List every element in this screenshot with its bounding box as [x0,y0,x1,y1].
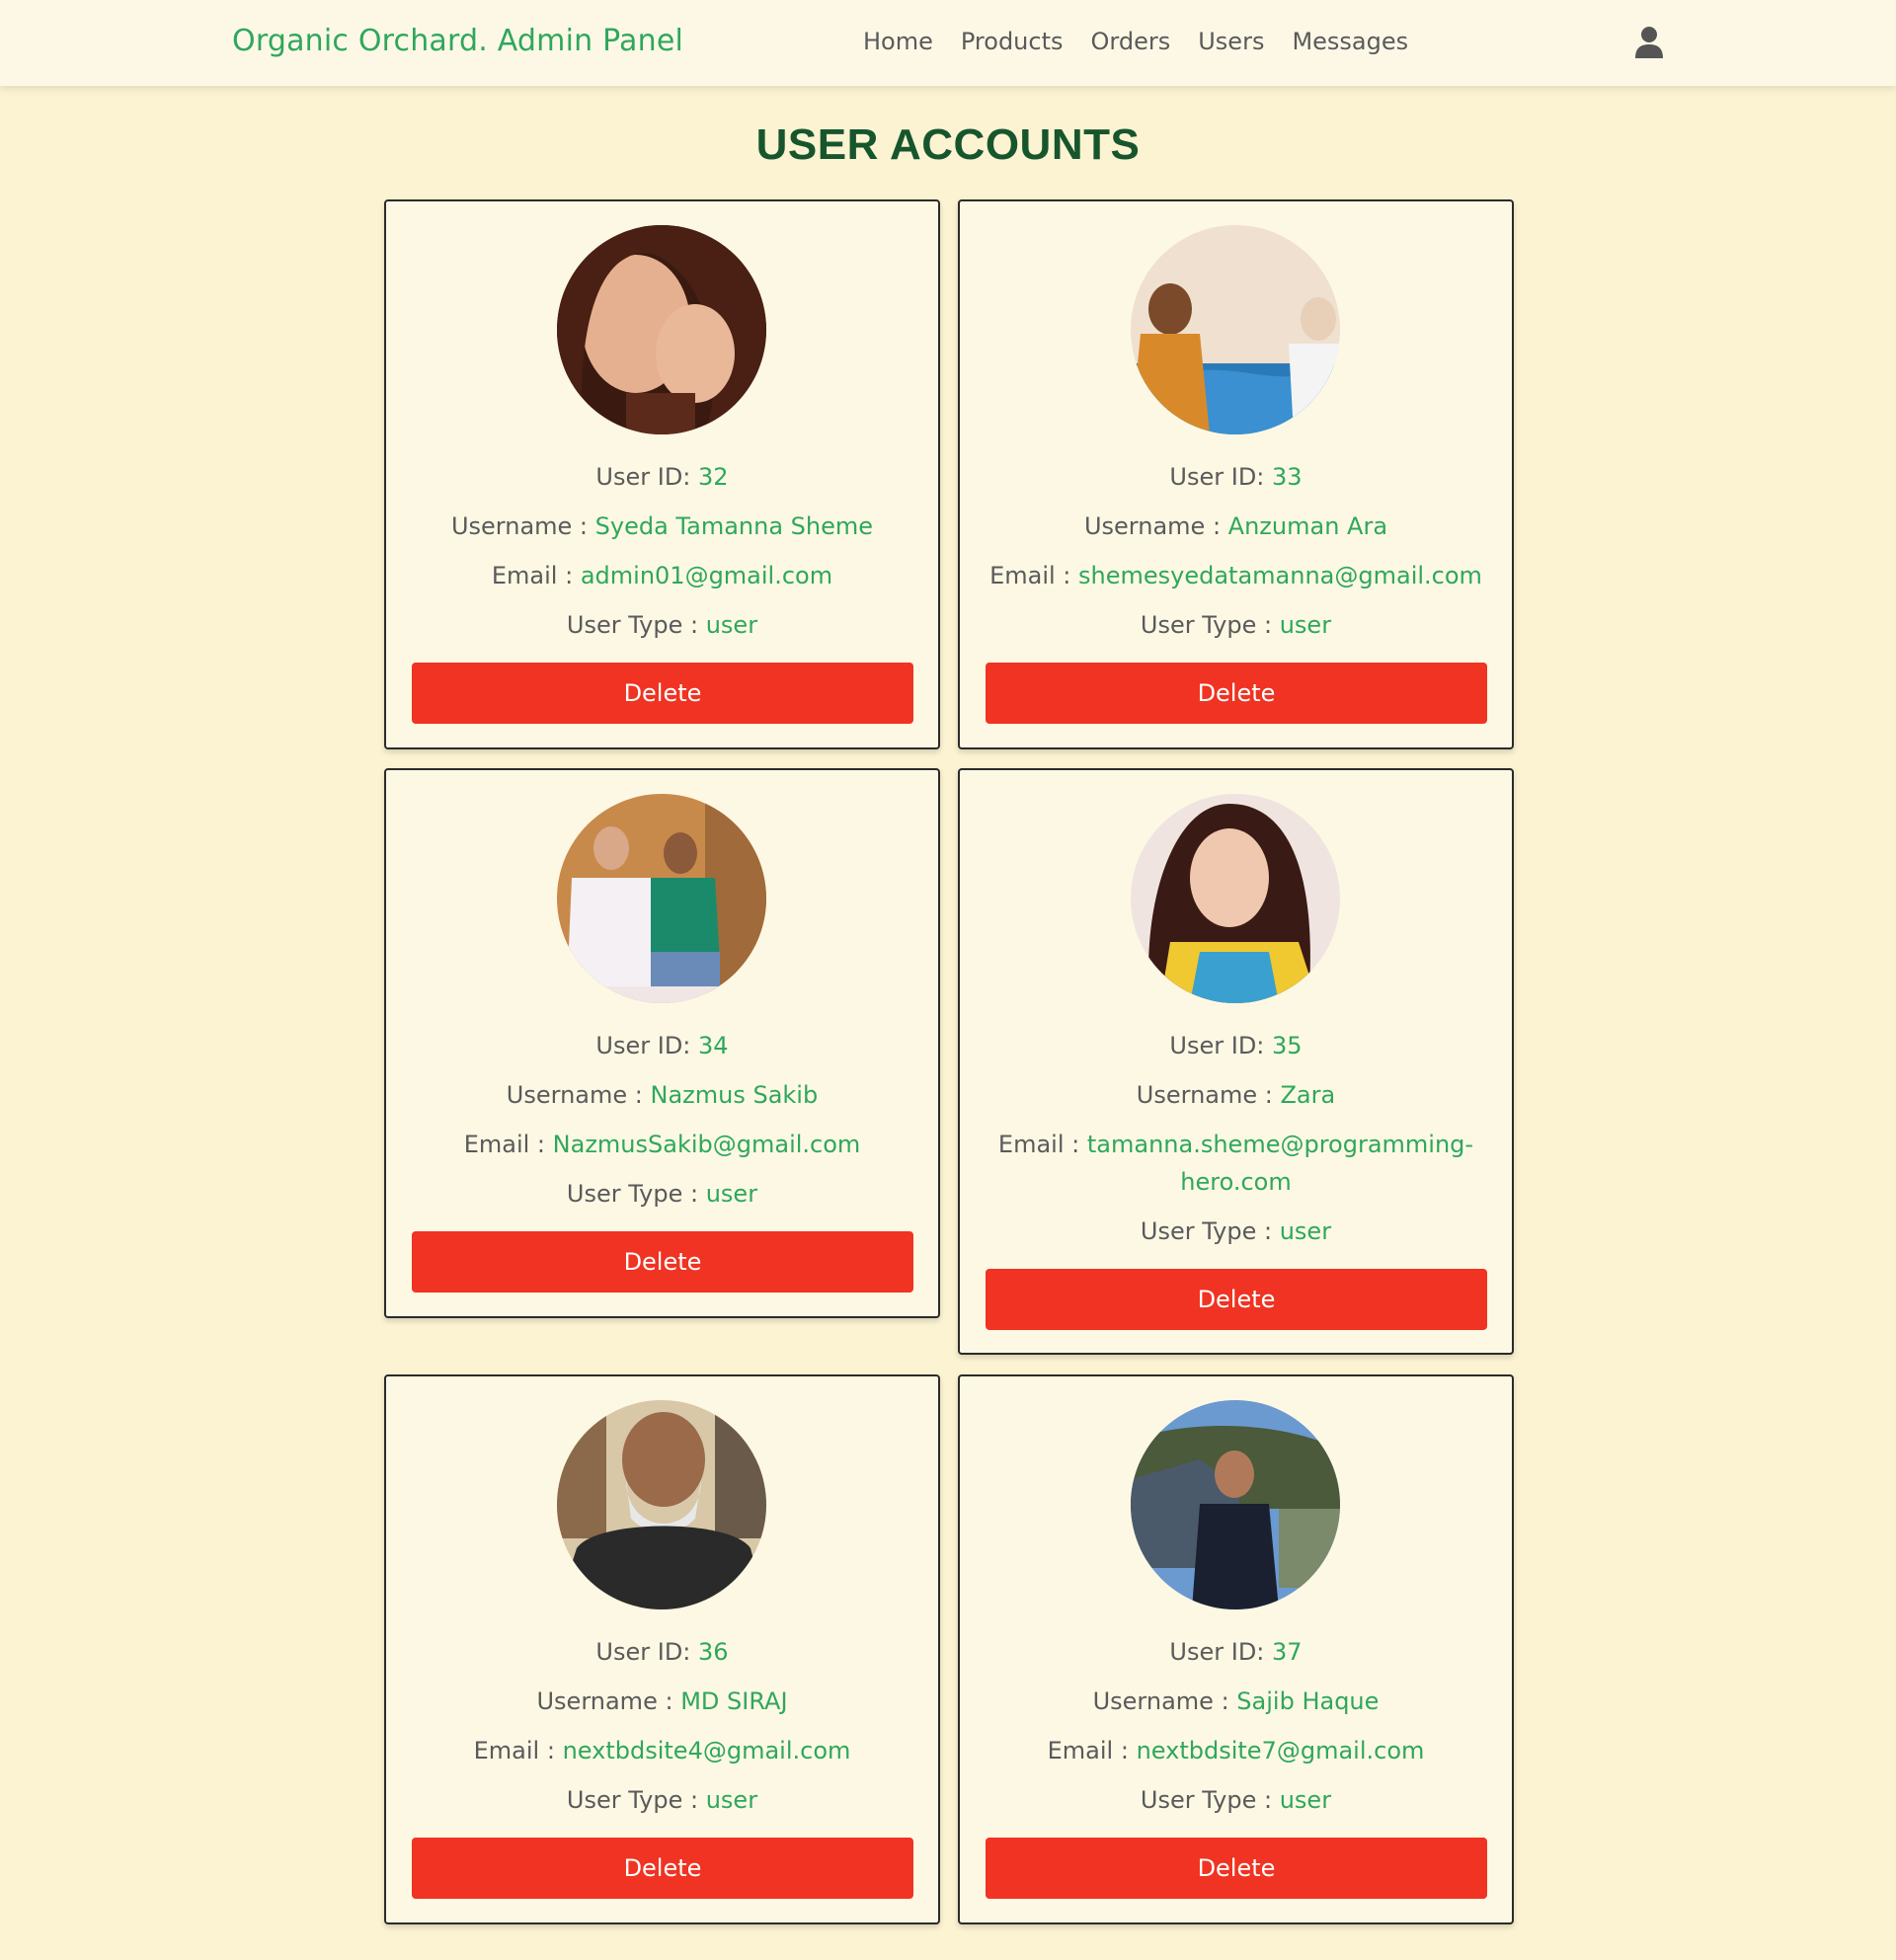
user-id-line: User ID: 34 [595,1032,729,1059]
username-line: Username : MD SIRAJ [536,1687,788,1715]
email-value: nextbdsite7@gmail.com [1136,1737,1425,1764]
user-id-value: 35 [1272,1032,1303,1059]
email-line-continued: hero.com [960,1163,1512,1201]
user-type-line: User Type : user [1140,1786,1332,1814]
username-value: Anzuman Ara [1227,512,1388,540]
top-navbar: Organic Orchard. Admin Panel Home Produc… [0,0,1896,86]
avatar [1131,1400,1340,1609]
avatar [557,794,766,1003]
user-type-value: user [705,1180,758,1208]
user-type-line: User Type : user [566,1786,758,1814]
email-line: Email : shemesyedatamanna@gmail.com [989,562,1482,589]
user-type-line: User Type : user [1140,611,1332,639]
user-id-value: 32 [698,463,729,491]
nav-orders[interactable]: Orders [1091,28,1171,55]
username-line: Username : Syeda Tamanna Sheme [450,512,874,540]
avatar [1131,225,1340,434]
page-title: USER ACCOUNTS [755,120,1141,169]
email-line: Email : admin01@gmail.com [491,562,833,589]
delete-button[interactable]: Delete [986,1269,1487,1330]
avatar [557,225,766,434]
delete-button[interactable]: Delete [986,663,1487,724]
user-type-value: user [1279,611,1332,639]
username-line: Username : Anzuman Ara [1083,512,1388,540]
user-card: User ID: 33 Username : Anzuman Ara Email… [958,199,1514,749]
username-value: Zara [1280,1081,1336,1109]
username-value: Nazmus Sakib [650,1081,819,1109]
avatar [1131,794,1340,1003]
nav-messages[interactable]: Messages [1292,28,1408,55]
email-value: NazmusSakib@gmail.com [552,1131,861,1158]
user-card: User ID: 32 Username : Syeda Tamanna She… [384,199,940,749]
user-id-value: 33 [1272,463,1303,491]
user-icon[interactable] [1634,26,1664,59]
delete-button[interactable]: Delete [412,1838,913,1899]
user-id-line: User ID: 35 [1169,1032,1303,1059]
user-card: User ID: 35 Username : Zara Email : tama… [958,768,1514,1355]
username-line: Username : Nazmus Sakib [506,1081,819,1109]
user-id-value: 34 [698,1032,729,1059]
nav-links: Home Products Orders Users Messages [863,28,1436,55]
nav-users[interactable]: Users [1198,28,1264,55]
delete-button[interactable]: Delete [412,663,913,724]
user-type-line: User Type : user [566,611,758,639]
user-type-value: user [1279,1217,1332,1245]
avatar [557,1400,766,1609]
user-card: User ID: 36 Username : MD SIRAJ Email : … [384,1374,940,1924]
nav-home[interactable]: Home [863,28,933,55]
user-card: User ID: 34 Username : Nazmus Sakib Emai… [384,768,940,1318]
user-type-line: User Type : user [566,1180,758,1208]
user-type-line: User Type : user [1140,1217,1332,1245]
user-type-value: user [705,611,758,639]
user-type-value: user [705,1786,758,1814]
user-id-line: User ID: 32 [595,463,729,491]
email-value: nextbdsite4@gmail.com [562,1737,851,1764]
username-value: Syeda Tamanna Sheme [594,512,874,540]
email-line: Email : nextbdsite7@gmail.com [1047,1737,1425,1764]
email-line: Email : nextbdsite4@gmail.com [473,1737,851,1764]
username-line: Username : Sajib Haque [1092,1687,1380,1715]
user-type-value: user [1279,1786,1332,1814]
delete-button[interactable]: Delete [986,1838,1487,1899]
user-id-line: User ID: 36 [595,1638,729,1666]
username-value: Sajib Haque [1236,1687,1380,1715]
username-line: Username : Zara [1136,1081,1336,1109]
nav-products[interactable]: Products [961,28,1064,55]
username-value: MD SIRAJ [680,1687,788,1715]
user-card: User ID: 37 Username : Sajib Haque Email… [958,1374,1514,1924]
user-id-value: 37 [1272,1638,1303,1666]
user-id-line: User ID: 37 [1169,1638,1303,1666]
email-line: Email : tamanna.sheme@programming- [997,1131,1474,1158]
email-value-continued: hero.com [1180,1168,1292,1196]
email-value: tamanna.sheme@programming- [1086,1131,1474,1158]
user-id-value: 36 [698,1638,729,1666]
brand-title[interactable]: Organic Orchard. Admin Panel [232,24,683,58]
email-value: admin01@gmail.com [580,562,833,589]
email-line: Email : NazmusSakib@gmail.com [463,1131,861,1158]
delete-button[interactable]: Delete [412,1231,913,1293]
user-id-line: User ID: 33 [1169,463,1303,491]
email-value: shemesyedatamanna@gmail.com [1078,562,1482,589]
